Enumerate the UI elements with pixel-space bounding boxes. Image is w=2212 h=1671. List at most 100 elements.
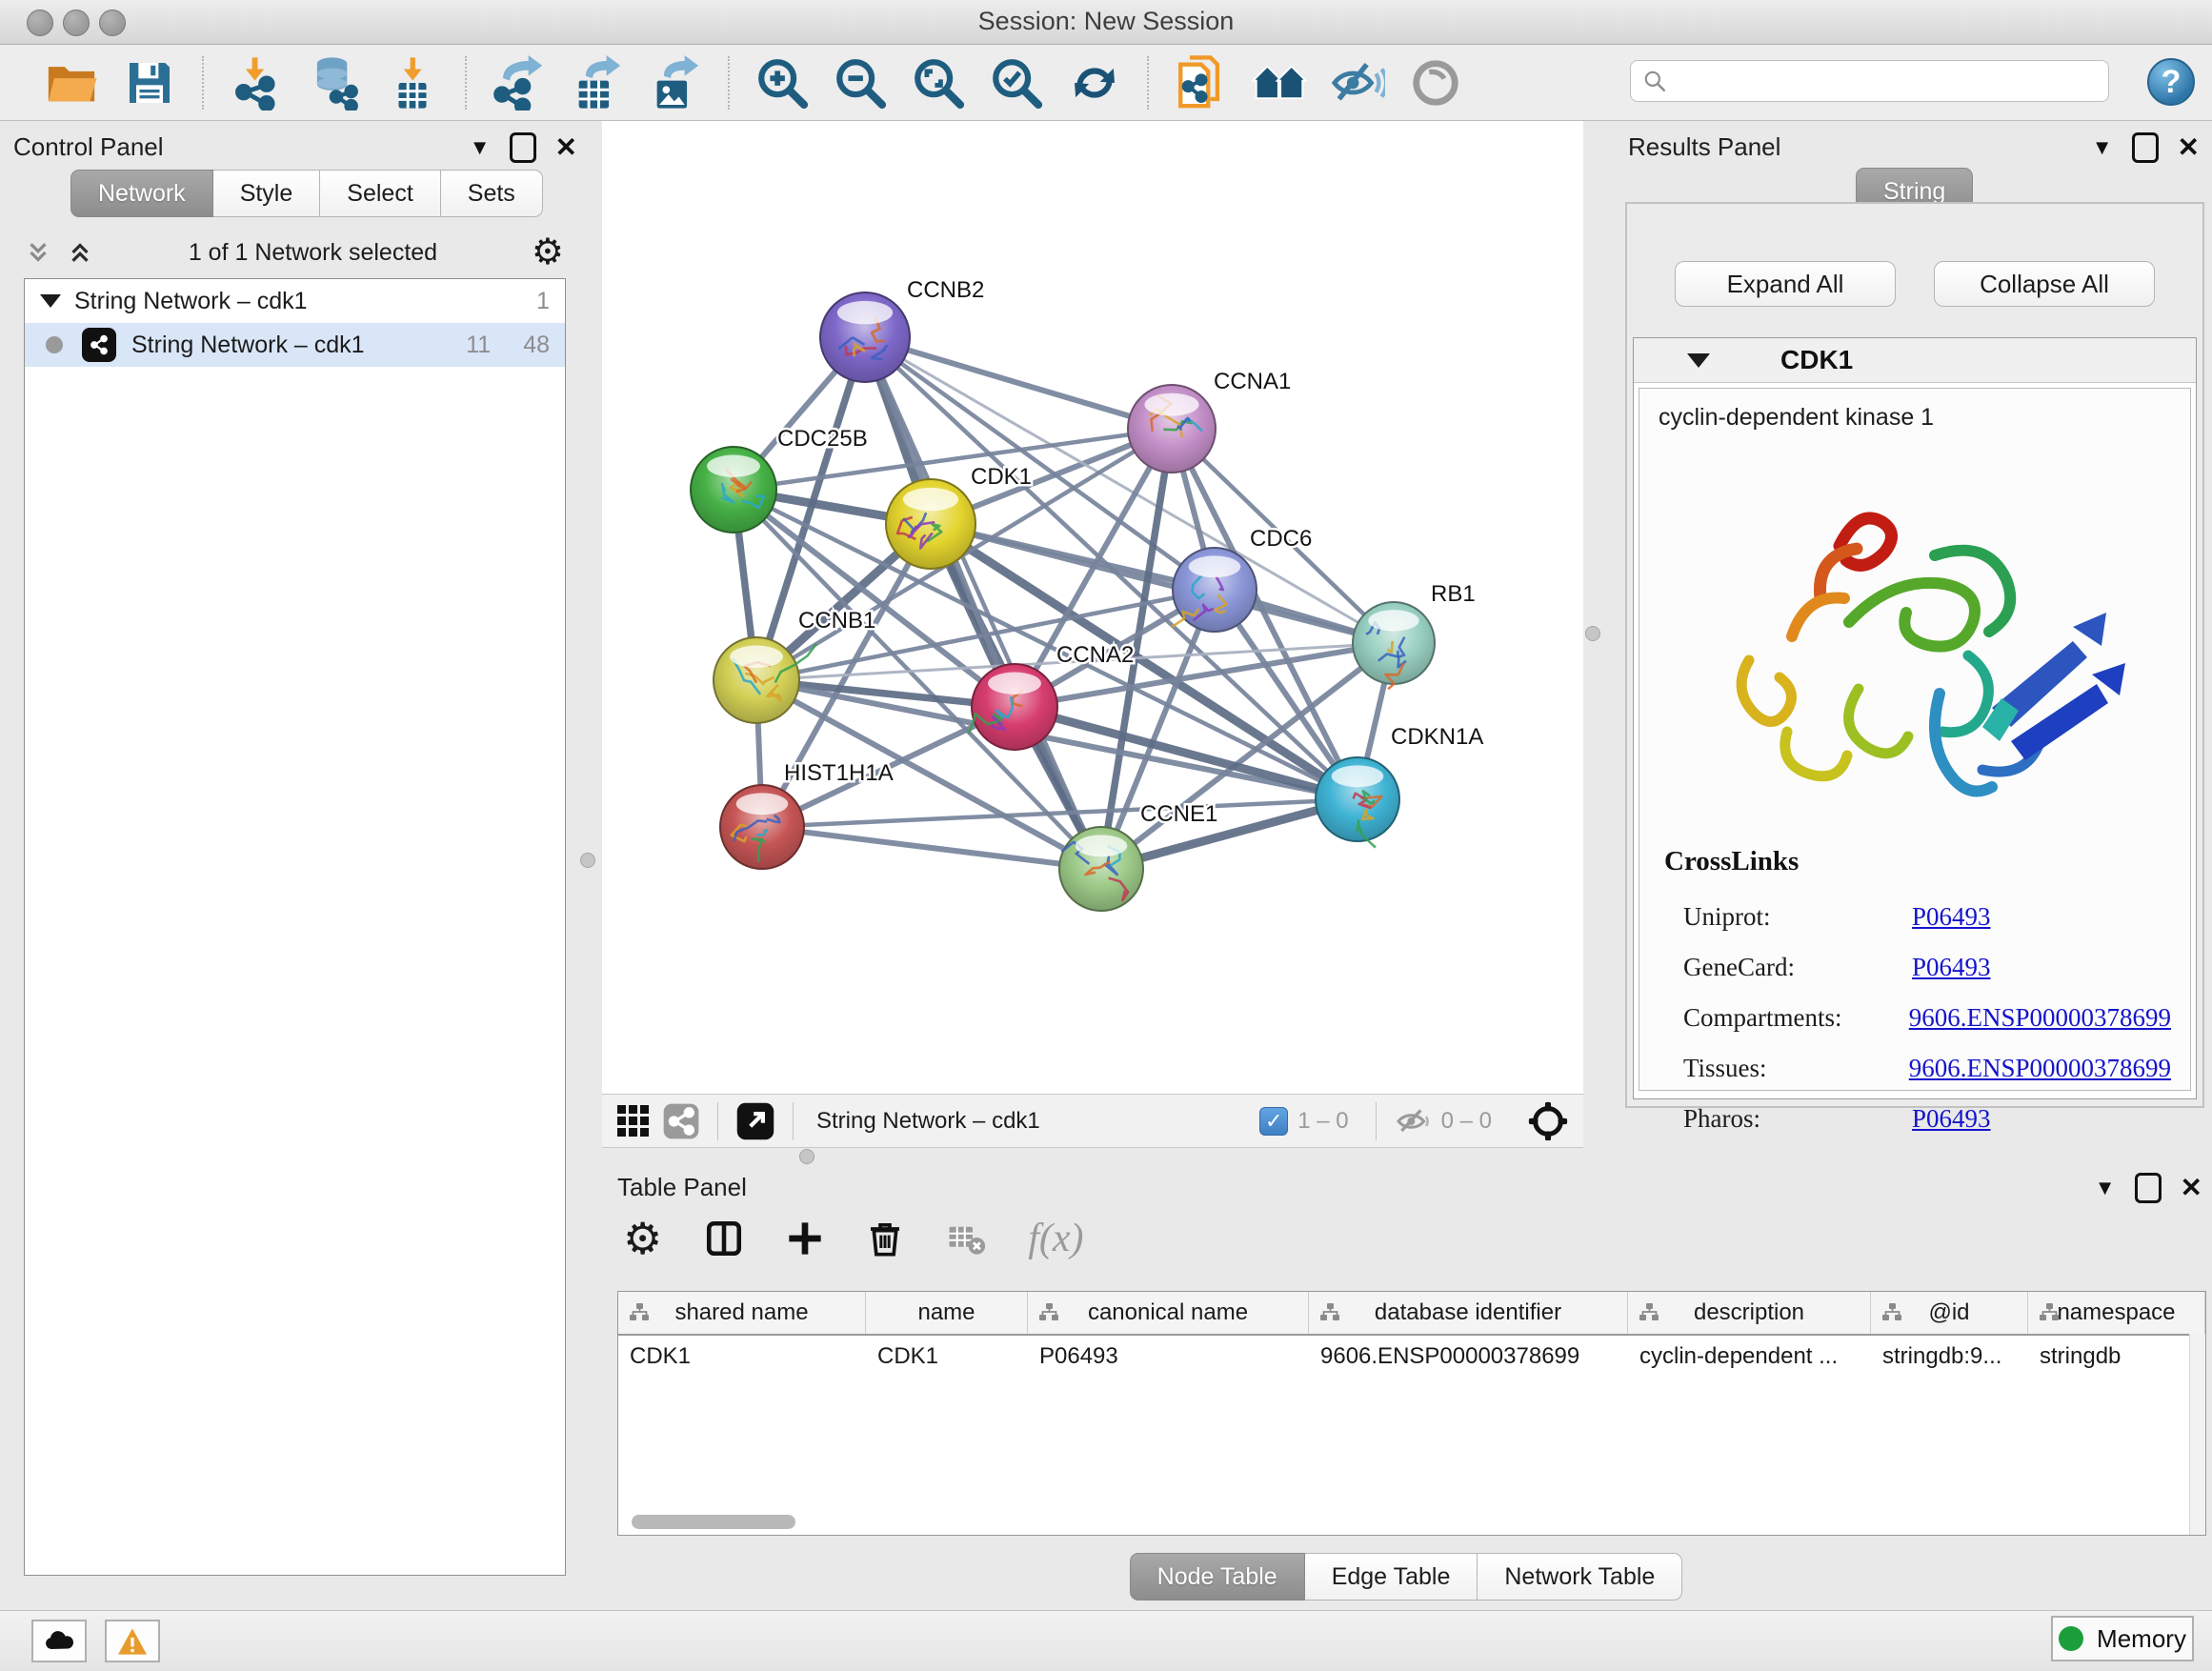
birdseye-crosshair-icon[interactable] [1526, 1099, 1570, 1143]
cloud-status-button[interactable] [31, 1620, 87, 1662]
node-CCNA2[interactable] [969, 664, 1057, 750]
collection-expand-icon[interactable] [40, 294, 61, 308]
expand-all-button[interactable]: Expand All [1675, 261, 1896, 307]
node-CCNA1[interactable] [1128, 385, 1216, 473]
crosslink-label: Tissues: [1683, 1054, 1909, 1083]
network-collection-row[interactable]: String Network – cdk1 1 [25, 279, 565, 323]
edge-CCNB2-CCNE1[interactable] [865, 337, 1101, 869]
tab-network[interactable]: Network [70, 170, 213, 217]
delete-table-icon[interactable] [946, 1218, 986, 1258]
column-header-namespace[interactable]: namespace [2028, 1292, 2205, 1334]
zoom-selected-button[interactable] [987, 53, 1046, 112]
collapse-all-button[interactable]: Collapse All [1934, 261, 2155, 307]
memory-button[interactable]: Memory [2051, 1616, 2194, 1661]
node-CDKN1A[interactable] [1316, 757, 1399, 848]
window-title: Session: New Session [0, 7, 2212, 36]
crosslink-link[interactable]: P06493 [1912, 902, 1991, 932]
column-header-@id[interactable]: @id [1871, 1292, 2028, 1334]
splitter-knob[interactable] [799, 1149, 814, 1164]
panel-collapse-icon[interactable]: ▼ [2095, 1176, 2116, 1200]
column-header-shared-name[interactable]: shared name [618, 1292, 866, 1334]
help-button[interactable]: ? [2147, 58, 2195, 106]
add-column-icon[interactable] [786, 1219, 824, 1258]
horizontal-scrollbar[interactable] [632, 1515, 795, 1529]
tab-sets[interactable]: Sets [441, 170, 543, 217]
node-RB1[interactable] [1353, 602, 1435, 689]
gene-section-content: cyclin-dependent kinase 1 [1639, 388, 2191, 1091]
panel-collapse-icon[interactable]: ▼ [470, 135, 491, 160]
memory-status-dot [2059, 1626, 2083, 1651]
panel-close-icon[interactable]: ✕ [555, 131, 577, 163]
column-header-name[interactable]: name [866, 1292, 1028, 1334]
network-from-selection-button[interactable] [1172, 53, 1231, 112]
grid-view-icon[interactable] [617, 1105, 649, 1137]
expand-all-icon[interactable] [66, 238, 94, 267]
panel-float-icon[interactable] [2135, 1173, 2162, 1203]
export-network-button[interactable] [490, 53, 549, 112]
table-row[interactable]: CDK1CDK1P064939606.ENSP00000378699cyclin… [618, 1336, 2205, 1378]
network-edges[interactable] [734, 337, 1394, 869]
vertical-scrollbar[interactable] [2189, 1334, 2205, 1535]
panel-collapse-icon[interactable]: ▼ [2092, 135, 2113, 160]
node-CDK1[interactable] [886, 479, 975, 569]
tab-select[interactable]: Select [320, 170, 440, 217]
import-table-button[interactable] [383, 53, 442, 112]
show-columns-icon[interactable] [704, 1218, 744, 1258]
network-canvas[interactable]: CCNB2CCNA1CDC25BCDK1CDC6RB1CCNB1CCNA2CDK… [602, 121, 1583, 1094]
share-view-icon[interactable] [662, 1102, 700, 1140]
import-network-icon [229, 55, 284, 111]
panel-float-icon[interactable] [510, 132, 536, 163]
delete-column-icon[interactable] [866, 1218, 904, 1258]
edge-HIST1H1A-CCNE1[interactable] [762, 827, 1101, 869]
column-header-database-identifier[interactable]: database identifier [1309, 1292, 1628, 1334]
import-network-file-button[interactable] [227, 53, 286, 112]
node-CCNB2[interactable] [820, 292, 910, 382]
crosslink-row: Tissues:9606.ENSP00000378699 [1683, 1043, 2171, 1094]
network-row[interactable]: String Network – cdk1 11 48 [25, 323, 565, 367]
selected-checkbox-icon[interactable]: ✓ [1259, 1107, 1288, 1136]
save-session-button[interactable] [120, 53, 179, 112]
network-options-gear-icon[interactable]: ⚙ [532, 234, 564, 271]
crosslink-link[interactable]: 9606.ENSP00000378699 [1909, 1054, 2171, 1083]
zoom-fit-button[interactable] [909, 53, 968, 112]
crosslink-link[interactable]: P06493 [1912, 1104, 1991, 1134]
panel-float-icon[interactable] [2132, 132, 2159, 163]
tab-node-table[interactable]: Node Table [1130, 1553, 1305, 1601]
section-expand-icon[interactable] [1687, 353, 1710, 368]
splitter-knob[interactable] [1585, 626, 1600, 641]
tab-network-table[interactable]: Network Table [1478, 1553, 1682, 1601]
zoom-out-button[interactable] [831, 53, 890, 112]
crosslink-link[interactable]: 9606.ENSP00000378699 [1909, 1003, 2171, 1033]
column-header-description[interactable]: description [1628, 1292, 1871, 1334]
show-glass-button[interactable] [1406, 53, 1465, 112]
splitter-knob[interactable] [580, 853, 595, 868]
warning-status-button[interactable] [105, 1620, 160, 1662]
refresh-view-button[interactable] [1065, 53, 1124, 112]
node-CCNB1[interactable] [714, 637, 816, 723]
open-session-button[interactable] [42, 53, 101, 112]
crosslink-link[interactable]: P06493 [1912, 953, 1991, 982]
panel-close-icon[interactable]: ✕ [2178, 131, 2200, 163]
import-network-database-button[interactable] [305, 53, 364, 112]
function-builder-icon[interactable]: f(x) [1028, 1216, 1083, 1261]
search-input[interactable] [1675, 67, 2088, 95]
node-CDC25B[interactable] [691, 447, 776, 533]
zoom-in-button[interactable] [753, 53, 812, 112]
export-image-button[interactable] [646, 53, 705, 112]
node-CCNE1[interactable] [1059, 827, 1143, 911]
gene-section-header[interactable]: CDK1 [1634, 338, 2196, 383]
export-table-button[interactable] [568, 53, 627, 112]
horizontal-splitter[interactable] [602, 1148, 1583, 1164]
panel-close-icon[interactable]: ✕ [2181, 1172, 2202, 1203]
node-HIST1H1A[interactable] [720, 785, 804, 869]
table-options-gear-icon[interactable]: ⚙ [623, 1217, 662, 1260]
string-home-button[interactable] [1250, 53, 1309, 112]
tab-style[interactable]: Style [213, 170, 321, 217]
collapse-all-icon[interactable] [24, 238, 52, 267]
network-graph[interactable]: CCNB2CCNA1CDC25BCDK1CDC6RB1CCNB1CCNA2CDK… [602, 121, 1583, 1094]
open-in-new-window-icon[interactable] [735, 1101, 775, 1141]
tab-edge-table[interactable]: Edge Table [1305, 1553, 1478, 1601]
node-CDC6[interactable] [1172, 548, 1257, 632]
column-header-canonical-name[interactable]: canonical name [1028, 1292, 1309, 1334]
hide-glass-button[interactable] [1328, 53, 1387, 112]
